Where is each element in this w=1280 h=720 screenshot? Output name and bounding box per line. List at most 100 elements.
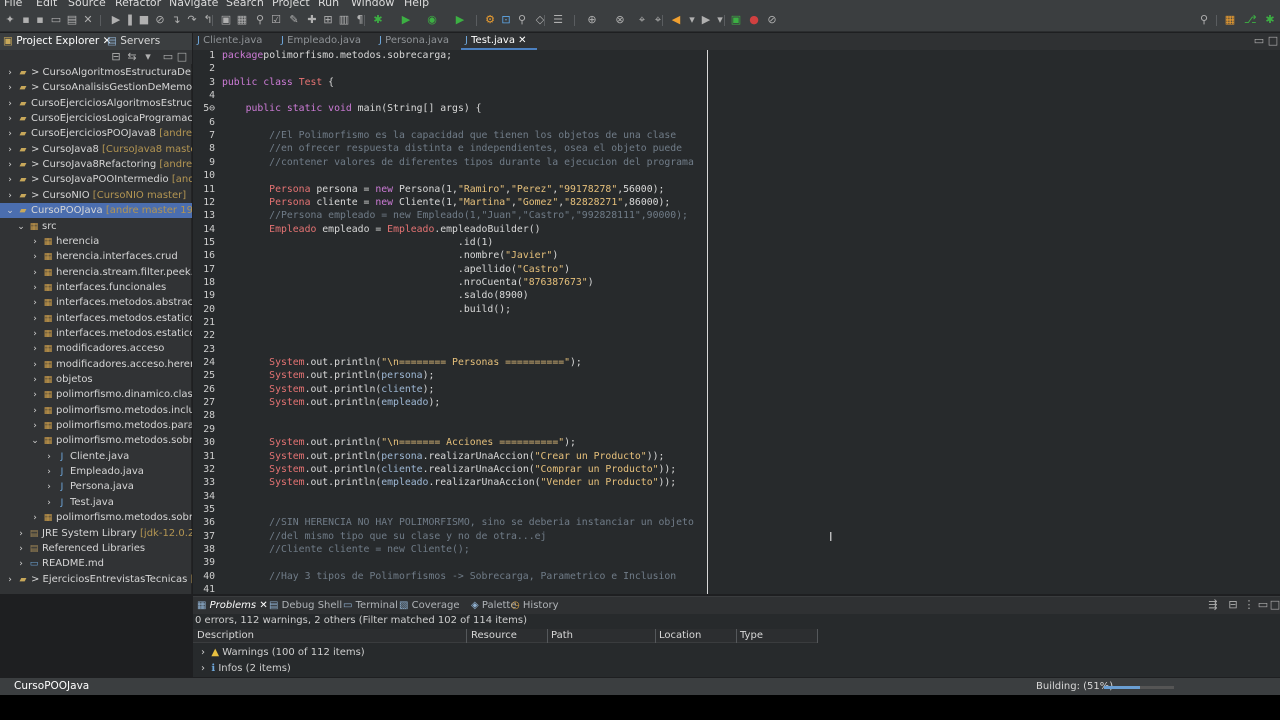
dropdown-icon[interactable]: ▾ [686, 14, 698, 26]
edit-icon[interactable]: ✎ [288, 14, 300, 26]
menu-project[interactable]: Project [272, 0, 310, 9]
menu-file[interactable]: File [4, 0, 22, 9]
tab-test-java[interactable]: J Test.java ✕ [465, 35, 527, 46]
tree-item[interactable]: ⌄ ▦ src [0, 219, 192, 234]
tree-item[interactable]: › ▰ > CursoJava8 [CursoJava8 master] [0, 142, 192, 157]
tree-item[interactable]: › ▦ objetos [0, 372, 192, 387]
tree-item[interactable]: ⌄ ▰ CursoPOOJava [andre master 19 →8 [0, 203, 192, 219]
chevron-right-icon[interactable]: › [30, 388, 40, 402]
breakpoint-icon[interactable]: ● [748, 14, 760, 26]
chevron-right-icon[interactable]: › [30, 358, 40, 372]
coverage-icon[interactable]: ◉ [426, 14, 438, 26]
tab-project-explorer[interactable]: ▣ Project Explorer ✕ [3, 35, 111, 47]
tree-item[interactable]: › ▰ > CursoAnalisisGestionDeMemoriaJava [0, 80, 192, 95]
chevron-right-icon[interactable]: › [5, 66, 15, 80]
tab-cliente-java[interactable]: J Cliente.java [197, 35, 262, 46]
maximize-icon[interactable]: □ [1267, 35, 1279, 47]
save-icon[interactable]: ▪ [20, 14, 32, 26]
tree-item[interactable]: ›▦modificadores.acceso.herencia [0, 357, 192, 372]
tree-item[interactable]: › ▦ modificadores.acceso [0, 341, 192, 356]
tab-problems[interactable]: ▦ Problems ✕ [197, 600, 268, 611]
tree-item[interactable]: ›▤JRE System Library [jdk-12.0.2] [0, 526, 192, 541]
chevron-right-icon[interactable]: › [16, 527, 26, 541]
tree-item[interactable]: › ▦ herencia [0, 234, 192, 249]
chevron-right-icon[interactable]: › [30, 327, 40, 341]
chevron-right-icon[interactable]: › [30, 235, 40, 249]
tree-item[interactable]: ⌄ ▦ polimorfismo.metodos.sobrec [0, 433, 192, 448]
chevron-right-icon[interactable]: › [5, 189, 15, 203]
suspend-icon[interactable]: ❚ [124, 14, 136, 26]
chevron-right-icon[interactable]: › [30, 250, 40, 264]
disconnect-icon[interactable]: ⊘ [154, 14, 166, 26]
chevron-right-icon[interactable]: › [5, 81, 15, 95]
chevron-right-icon[interactable]: › [44, 465, 54, 479]
tab-terminal[interactable]: ▭ Terminal [343, 600, 398, 611]
expand-icon[interactable]: › [201, 647, 205, 658]
tree-item[interactable]: ›▦herencia.stream.filter.peek.java [0, 265, 192, 280]
collapse-all-icon[interactable]: ⊟ [110, 51, 122, 63]
chevron-right-icon[interactable]: › [30, 312, 40, 326]
menu-refactor[interactable]: Refactor [115, 0, 161, 9]
close-icon[interactable]: ✕ [515, 35, 526, 46]
chevron-right-icon[interactable]: › [5, 127, 15, 141]
chevron-right-icon[interactable]: › [30, 296, 40, 310]
chevron-down-icon[interactable]: ⌄ [30, 434, 40, 448]
column-divider[interactable] [547, 629, 548, 643]
perspective-icon[interactable]: ▦ [1224, 14, 1236, 26]
new-java-project-icon[interactable]: ⚙ [484, 14, 496, 26]
task-icon[interactable]: ☑ [270, 14, 282, 26]
tree-item[interactable]: › J Test.java [0, 495, 192, 510]
minimize-icon[interactable]: ▭ [1257, 599, 1269, 611]
chevron-down-icon[interactable]: ⌄ [5, 204, 15, 218]
tab-palette[interactable]: ◈ Palette [471, 600, 517, 611]
minimize-icon[interactable]: ▭ [1253, 35, 1265, 47]
block-icon[interactable]: ▥ [338, 14, 350, 26]
chevron-right-icon[interactable]: › [44, 480, 54, 494]
tree-item[interactable]: › ▦ polimorfismo.metodos.sobrec [0, 510, 192, 525]
menu-run[interactable]: Run [318, 0, 339, 9]
new-package-icon[interactable]: ⊡ [500, 14, 512, 26]
link-editor-icon[interactable]: ⇆ [126, 51, 138, 63]
pin-icon[interactable]: ⌖ [636, 14, 648, 26]
chevron-right-icon[interactable]: › [30, 342, 40, 356]
chevron-right-icon[interactable]: › [5, 97, 15, 111]
tab-coverage[interactable]: ▧ Coverage [399, 600, 460, 611]
search-icon[interactable]: ⚲ [254, 14, 266, 26]
tab-empleado-java[interactable]: J Empleado.java [281, 35, 361, 46]
collapse-icon[interactable]: ⊟ [1227, 599, 1239, 611]
forward-icon[interactable]: ▶ [700, 14, 712, 26]
tree-item[interactable]: ›▦interfaces.metodos.estaticos.al [0, 326, 192, 341]
menu-window[interactable]: Window [351, 0, 394, 9]
code-area[interactable]: packagepolimorfismo.metodos.sobrecarga; p… [193, 50, 713, 594]
tree-item[interactable]: ›▦polimorfismo.metodos.parame [0, 418, 192, 433]
tab-debug-shell[interactable]: ▤ Debug Shell [269, 600, 342, 611]
chevron-right-icon[interactable]: › [5, 143, 15, 157]
new-icon[interactable]: ✦ [4, 14, 16, 26]
view-menu-icon[interactable]: ⋮ [1243, 599, 1255, 611]
print-icon[interactable]: ▭ [50, 14, 62, 26]
tree-item[interactable]: ›▦interfaces.metodos.abstractos [0, 295, 192, 310]
next-annotation-icon[interactable]: ⊗ [614, 14, 626, 26]
tree-item[interactable]: › ▦ interfaces.funcionales [0, 280, 192, 295]
chevron-right-icon[interactable]: › [44, 496, 54, 510]
filter-icon[interactable]: ⇶ [1207, 599, 1219, 611]
problems-row-warnings[interactable]: › ▲ Warnings (100 of 112 items) [201, 647, 365, 658]
open-icon[interactable]: ▤ [66, 14, 78, 26]
back-icon[interactable]: ◀ [670, 14, 682, 26]
tree-item[interactable]: › ▰ CursoEjerciciosAlgoritmosEstructuras [0, 96, 192, 111]
tree-item[interactable]: › J Empleado.java [0, 464, 192, 479]
tree-item[interactable]: › ▰ > CursoNIO [CursoNIO master] [0, 188, 192, 203]
step-into-icon[interactable]: ↴ [170, 14, 182, 26]
problems-row-infos[interactable]: › ℹ Infos (2 items) [201, 663, 291, 674]
git-icon[interactable]: ⎇ [1244, 14, 1257, 26]
step-over-icon[interactable]: ↷ [186, 14, 198, 26]
maximize-icon[interactable]: ▣ [730, 14, 742, 26]
filter-icon[interactable]: ▾ [142, 51, 154, 63]
chevron-right-icon[interactable]: › [5, 158, 15, 172]
expand-icon[interactable]: › [201, 663, 205, 674]
tree-item[interactable]: › J Cliente.java [0, 449, 192, 464]
chevron-right-icon[interactable]: › [30, 419, 40, 433]
chevron-right-icon[interactable]: › [5, 573, 15, 587]
column-header-description[interactable]: Description [197, 630, 254, 641]
chevron-right-icon[interactable]: › [16, 557, 26, 571]
